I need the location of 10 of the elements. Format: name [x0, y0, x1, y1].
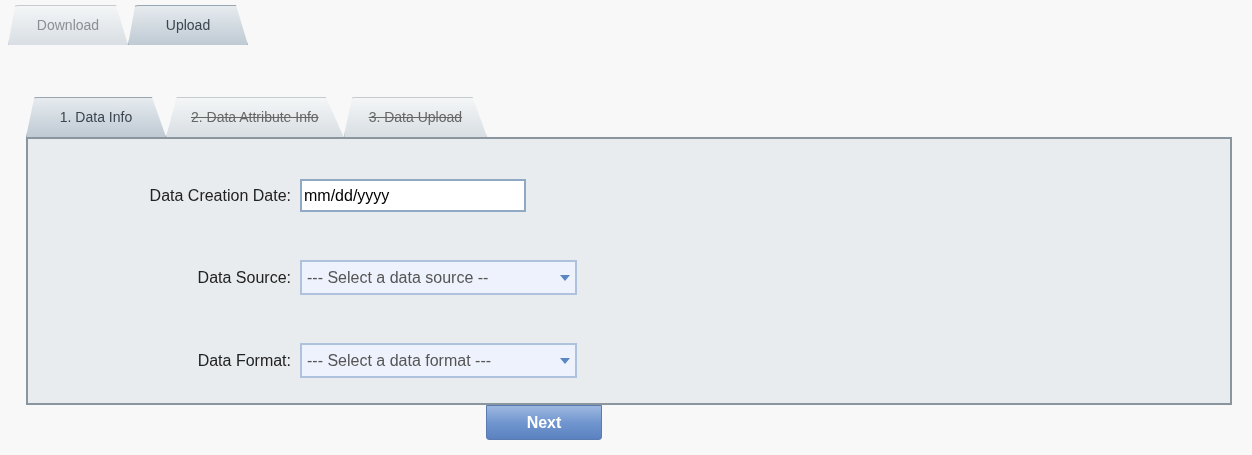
dropdown[interactable]: --- Select a data source --: [300, 260, 577, 295]
dropdown[interactable]: --- Select a data format ---: [300, 343, 577, 378]
tab[interactable]: Upload: [128, 5, 248, 45]
field-label: Data Source:: [196, 267, 292, 288]
date-field[interactable]: mm/dd/yyyy: [300, 179, 526, 212]
field-label: Data Creation Date:: [148, 185, 292, 206]
caret-icon: [560, 357, 570, 364]
caret-icon: [560, 274, 570, 281]
field-label: Data Format:: [196, 350, 292, 371]
tab[interactable]: 1. Data Info: [26, 97, 166, 137]
